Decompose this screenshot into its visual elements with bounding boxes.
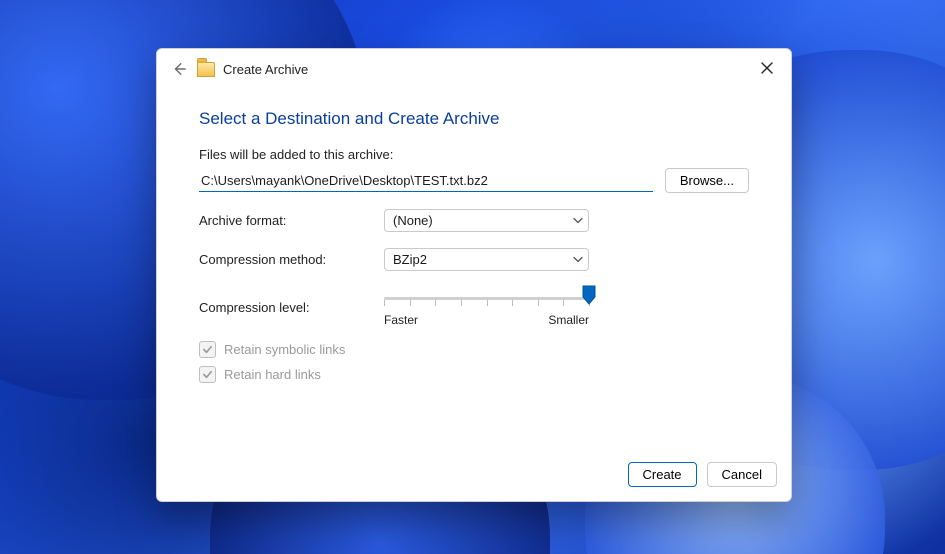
back-button[interactable] [169, 59, 189, 79]
retain-symbolic-links-option: Retain symbolic links [199, 341, 749, 358]
cancel-button[interactable]: Cancel [707, 462, 777, 487]
slider-max-label: Smaller [548, 313, 589, 327]
slider-tick [410, 300, 411, 306]
chevron-down-icon [573, 213, 583, 228]
destination-row: Browse... [199, 168, 749, 193]
retain-hard-links-label: Retain hard links [224, 367, 321, 382]
slider-tick [435, 300, 436, 306]
subheading: Files will be added to this archive: [199, 147, 749, 162]
page-heading: Select a Destination and Create Archive [199, 109, 749, 129]
slider-thumb[interactable] [582, 285, 596, 305]
titlebar: Create Archive [157, 49, 791, 83]
compression-method-value: BZip2 [393, 252, 427, 267]
archive-format-label: Archive format: [199, 213, 384, 228]
slider-tick [563, 300, 564, 306]
slider-tick [487, 300, 488, 306]
slider-tick [512, 300, 513, 306]
retain-symbolic-links-checkbox [199, 341, 216, 358]
create-button[interactable]: Create [628, 462, 697, 487]
compression-method-row: Compression method: BZip2 [199, 248, 749, 271]
window-title: Create Archive [223, 62, 308, 77]
retain-hard-links-option: Retain hard links [199, 366, 749, 383]
retain-symbolic-links-label: Retain symbolic links [224, 342, 345, 357]
slider-tick [384, 300, 385, 306]
archive-format-row: Archive format: (None) [199, 209, 749, 232]
close-icon [761, 62, 773, 74]
slider-tick [461, 300, 462, 306]
slider-endpoints: Faster Smaller [384, 313, 589, 327]
archive-format-select[interactable]: (None) [384, 209, 589, 232]
create-archive-dialog: Create Archive Select a Destination and … [156, 48, 792, 502]
slider-tick [538, 300, 539, 306]
dialog-content: Select a Destination and Create Archive … [157, 83, 791, 452]
compression-level-slider[interactable] [384, 287, 589, 311]
compression-level-label: Compression level: [199, 300, 384, 315]
options-group: Retain symbolic links Retain hard links [199, 341, 749, 383]
compression-level-row: Compression level: Faster Smaller [199, 287, 749, 327]
close-button[interactable] [753, 57, 781, 79]
folder-icon [197, 62, 215, 77]
check-icon [202, 369, 213, 380]
arrow-left-icon [172, 62, 186, 76]
archive-format-value: (None) [393, 213, 433, 228]
desktop-wallpaper: Create Archive Select a Destination and … [0, 0, 945, 554]
chevron-down-icon [573, 252, 583, 267]
compression-method-label: Compression method: [199, 252, 384, 267]
retain-hard-links-checkbox [199, 366, 216, 383]
compression-method-select[interactable]: BZip2 [384, 248, 589, 271]
check-icon [202, 344, 213, 355]
destination-path-input[interactable] [199, 169, 653, 192]
dialog-footer: Create Cancel [157, 452, 791, 501]
slider-min-label: Faster [384, 313, 418, 327]
browse-button[interactable]: Browse... [665, 168, 749, 193]
